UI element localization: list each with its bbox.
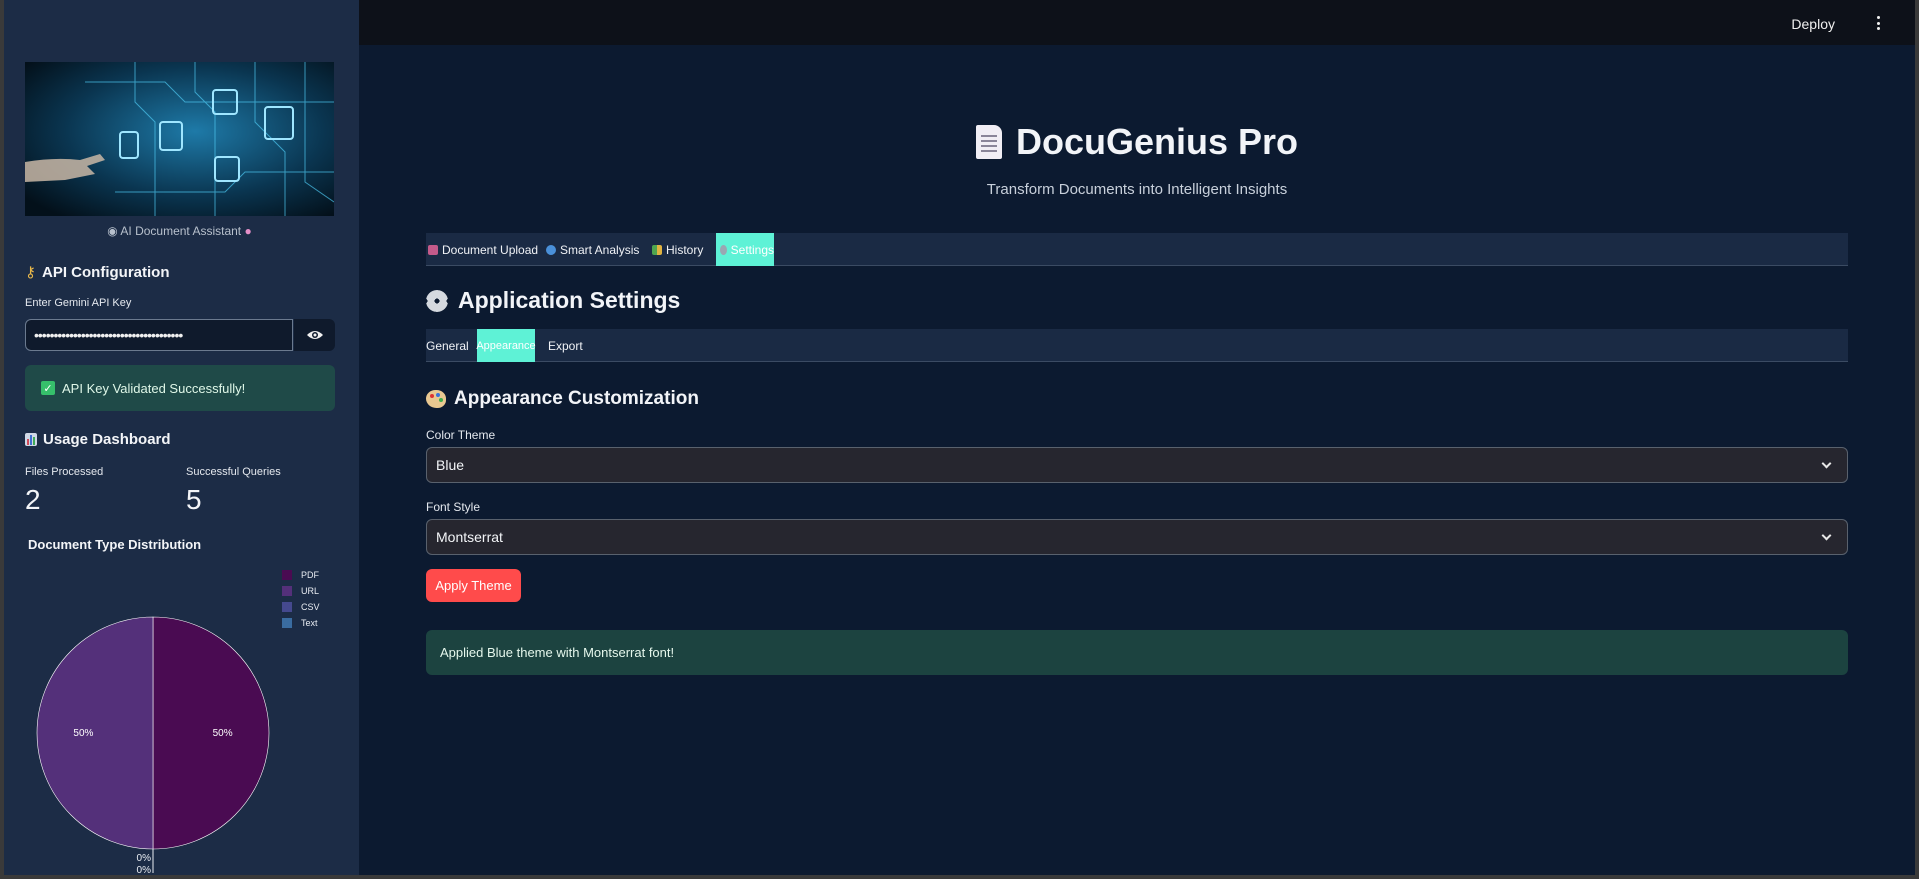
legend-swatch	[282, 570, 292, 580]
color-theme-select[interactable]: Blue	[426, 447, 1848, 483]
api-config-title: API Configuration	[42, 263, 170, 281]
sidebar-hero-image	[25, 62, 334, 216]
legend-item-text: Text	[282, 615, 320, 631]
page-title: DocuGenius Pro	[359, 121, 1915, 163]
font-style-value: Montserrat	[436, 529, 503, 545]
apply-theme-button[interactable]: Apply Theme	[426, 569, 521, 602]
subtab-general[interactable]: General	[426, 329, 469, 362]
subtab-label: Export	[548, 338, 583, 353]
bar-chart-icon	[25, 433, 37, 446]
pie-label-text: 0%	[137, 865, 152, 875]
deploy-button[interactable]: Deploy	[1791, 16, 1835, 32]
legend-item-url: URL	[282, 583, 320, 599]
metric-label-queries: Successful Queries	[186, 466, 281, 478]
gear-icon	[720, 244, 727, 255]
pie-label-csv: 0%	[137, 853, 152, 864]
chart-legend: PDF URL CSV Text	[282, 567, 320, 631]
image-caption: ◉ AI Document Assistant ●	[25, 224, 334, 238]
subtab-label: Appearance	[476, 339, 536, 352]
tab-label: History	[666, 242, 704, 257]
show-password-button[interactable]	[294, 319, 335, 351]
usage-dashboard-heading: Usage Dashboard	[25, 431, 171, 448]
settings-subtabs: General Appearance Export	[426, 329, 1848, 362]
legend-swatch	[282, 618, 292, 628]
pie-label-url: 50%	[73, 728, 93, 739]
main-tabs: Document Upload Smart Analysis History S…	[426, 233, 1848, 266]
tab-label: Smart Analysis	[560, 242, 640, 257]
books-icon	[652, 244, 662, 255]
tab-label: Settings	[730, 242, 774, 257]
app-window: ◉ AI Document Assistant ● ⚷ API Configur…	[4, 0, 1915, 875]
api-success-text: API Key Validated Successfully!	[62, 380, 246, 396]
subtab-label: General	[426, 338, 469, 353]
theme-applied-alert: Applied Blue theme with Montserrat font!	[426, 630, 1848, 675]
appearance-heading: Appearance Customization	[426, 388, 699, 410]
sidebar: ◉ AI Document Assistant ● ⚷ API Configur…	[4, 0, 359, 875]
chevron-down-icon	[1821, 458, 1832, 468]
subtab-export[interactable]: Export	[548, 329, 583, 362]
document-icon	[975, 125, 1002, 159]
legend-swatch	[282, 586, 292, 596]
tab-smart-analysis[interactable]: Smart Analysis	[546, 233, 639, 266]
gear-icon	[426, 289, 448, 312]
metric-label-files: Files Processed	[25, 466, 104, 478]
legend-swatch	[282, 602, 292, 612]
pie-chart: 50% 50% 0%0%	[36, 616, 270, 875]
caption-text: AI Document Assistant	[120, 224, 242, 238]
api-success-alert: ✓ API Key Validated Successfully!	[25, 365, 335, 411]
legend-item-csv: CSV	[282, 599, 320, 615]
legend-label: PDF	[301, 570, 319, 580]
inbox-icon	[428, 244, 438, 255]
top-bar: Deploy	[359, 0, 1915, 45]
settings-title: Application Settings	[458, 287, 681, 313]
appearance-title: Appearance Customization	[454, 388, 699, 409]
metric-value-queries: 5	[186, 484, 202, 515]
brain-icon: ●	[244, 224, 252, 238]
page-subtitle: Transform Documents into Intelligent Ins…	[986, 181, 1288, 198]
legend-item-pdf: PDF	[282, 567, 320, 583]
tab-document-upload[interactable]: Document Upload	[428, 233, 538, 266]
robot-icon: ◉	[107, 224, 118, 238]
legend-label: CSV	[301, 602, 320, 612]
palette-icon	[426, 390, 446, 408]
legend-label: URL	[301, 586, 320, 596]
metric-value-files: 2	[25, 484, 41, 515]
usage-dashboard-title: Usage Dashboard	[43, 431, 171, 448]
legend-label: Text	[301, 618, 318, 628]
main-content: DocuGenius Pro Transform Documents into …	[359, 45, 1915, 875]
page-title-text: DocuGenius Pro	[1015, 121, 1299, 162]
eye-icon	[306, 331, 323, 339]
pie-label-pdf: 50%	[213, 728, 233, 739]
pie-slice-pdf	[152, 616, 270, 850]
check-icon: ✓	[41, 381, 55, 395]
api-key-label: Enter Gemini API Key	[25, 297, 132, 309]
api-config-heading: ⚷ API Configuration	[25, 263, 170, 282]
subtab-appearance[interactable]: Appearance	[476, 329, 536, 362]
chart-title: Document Type Distribution	[28, 537, 202, 552]
settings-heading: Application Settings	[426, 287, 680, 314]
tab-label: Document Upload	[442, 242, 539, 257]
color-theme-label: Color Theme	[426, 428, 496, 442]
tab-history[interactable]: History	[652, 233, 703, 266]
key-icon: ⚷	[25, 264, 36, 281]
api-key-value: ••••••••••••••••••••••••••••••••••••••	[34, 327, 183, 343]
chevron-down-icon	[1821, 530, 1832, 540]
font-style-label: Font Style	[426, 500, 481, 514]
pie-slice-url	[36, 616, 154, 850]
kebab-menu-icon[interactable]	[1873, 14, 1883, 32]
tab-settings[interactable]: Settings	[716, 233, 774, 266]
api-key-input[interactable]: ••••••••••••••••••••••••••••••••••••••	[25, 319, 293, 351]
magnifier-icon	[546, 244, 556, 255]
font-style-select[interactable]: Montserrat	[426, 519, 1848, 555]
color-theme-value: Blue	[436, 457, 465, 473]
